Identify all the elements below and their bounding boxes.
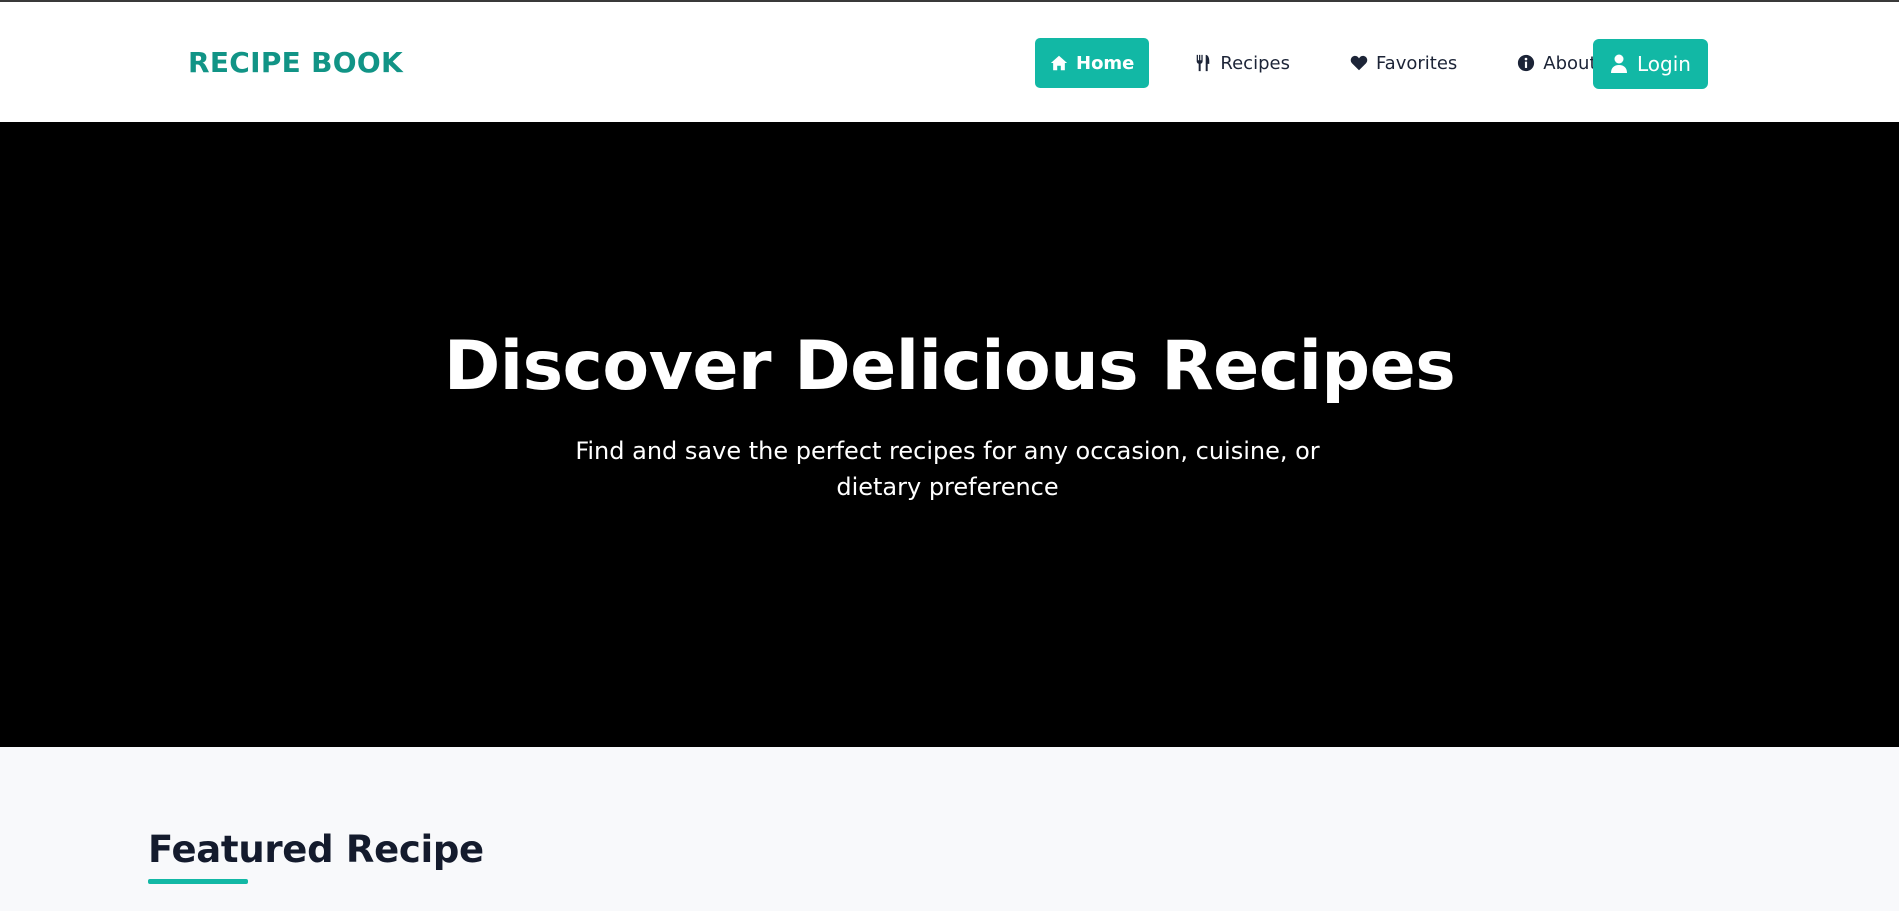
nav-item-favorites[interactable]: Favorites [1335,38,1472,88]
brand-logo[interactable]: RECIPE BOOK [188,46,403,79]
nav-item-label: About [1543,52,1597,74]
nav-item-recipes[interactable]: Recipes [1179,38,1305,88]
hero-title: Discover Delicious Recipes [443,327,1456,406]
heading-underline [148,879,248,884]
info-icon [1517,54,1535,72]
user-icon [1610,54,1628,74]
site-header: RECIPE BOOK Home Recipes Favorites About [0,2,1899,122]
featured-section: Featured Recipe [148,828,484,884]
main-nav: Home Recipes Favorites About [1035,38,1612,88]
nav-item-label: Favorites [1375,52,1458,74]
nav-item-label: Recipes [1220,52,1290,74]
login-button[interactable]: Login [1593,39,1708,89]
hero-subtitle: Find and save the perfect recipes for an… [575,437,1320,501]
login-label: Login [1637,52,1691,76]
nav-item-home[interactable]: Home [1035,38,1150,88]
nav-item-label: Home [1076,52,1135,74]
heart-icon [1350,54,1368,72]
hero-banner: Discover Delicious Recipes Find and save… [0,122,1899,747]
featured-heading: Featured Recipe [148,828,484,871]
utensils-icon [1194,54,1212,72]
home-icon [1050,54,1068,72]
